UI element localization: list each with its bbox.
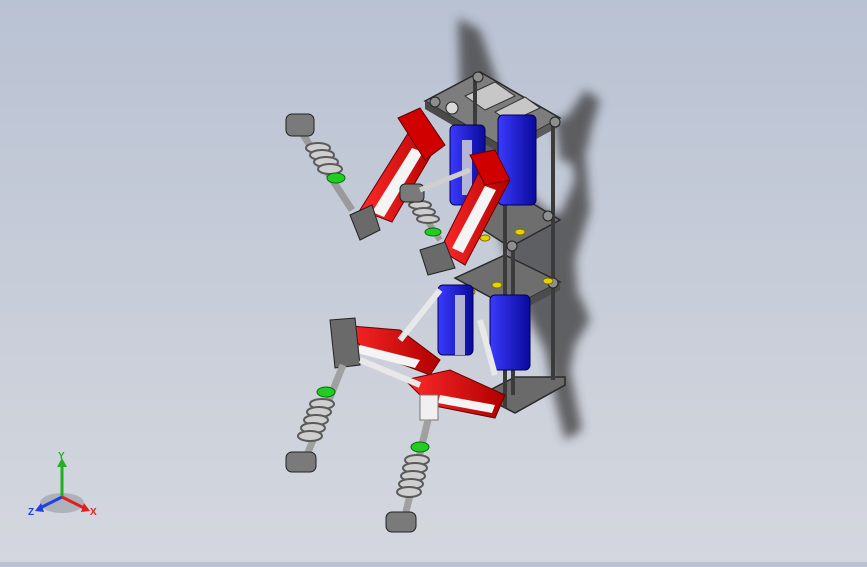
lower-left-green-ring <box>316 386 336 398</box>
upper-left-green-ring <box>326 172 346 184</box>
y-axis-label: Y <box>58 451 65 462</box>
coordinate-triad[interactable]: Y X Z <box>22 445 112 525</box>
lower-right-green-ring <box>410 441 430 453</box>
model-canvas[interactable] <box>0 0 867 562</box>
lower-left-foot-cap[interactable] <box>285 451 317 473</box>
lower-right-foot-cap[interactable] <box>385 511 417 533</box>
upper-middle-foot-cap[interactable] <box>399 183 425 203</box>
cad-viewport[interactable] <box>0 0 867 562</box>
x-axis-label: X <box>90 507 97 518</box>
lower-right-spring <box>396 454 430 498</box>
lower-motor-right[interactable] <box>489 294 531 371</box>
z-axis-label: Z <box>28 507 34 518</box>
upper-middle-green-ring <box>424 227 442 237</box>
upper-left-spring <box>305 142 343 175</box>
upper-left-foot-cap[interactable] <box>285 113 315 137</box>
upper-middle-spring <box>408 200 440 224</box>
lower-left-spring <box>297 398 335 442</box>
